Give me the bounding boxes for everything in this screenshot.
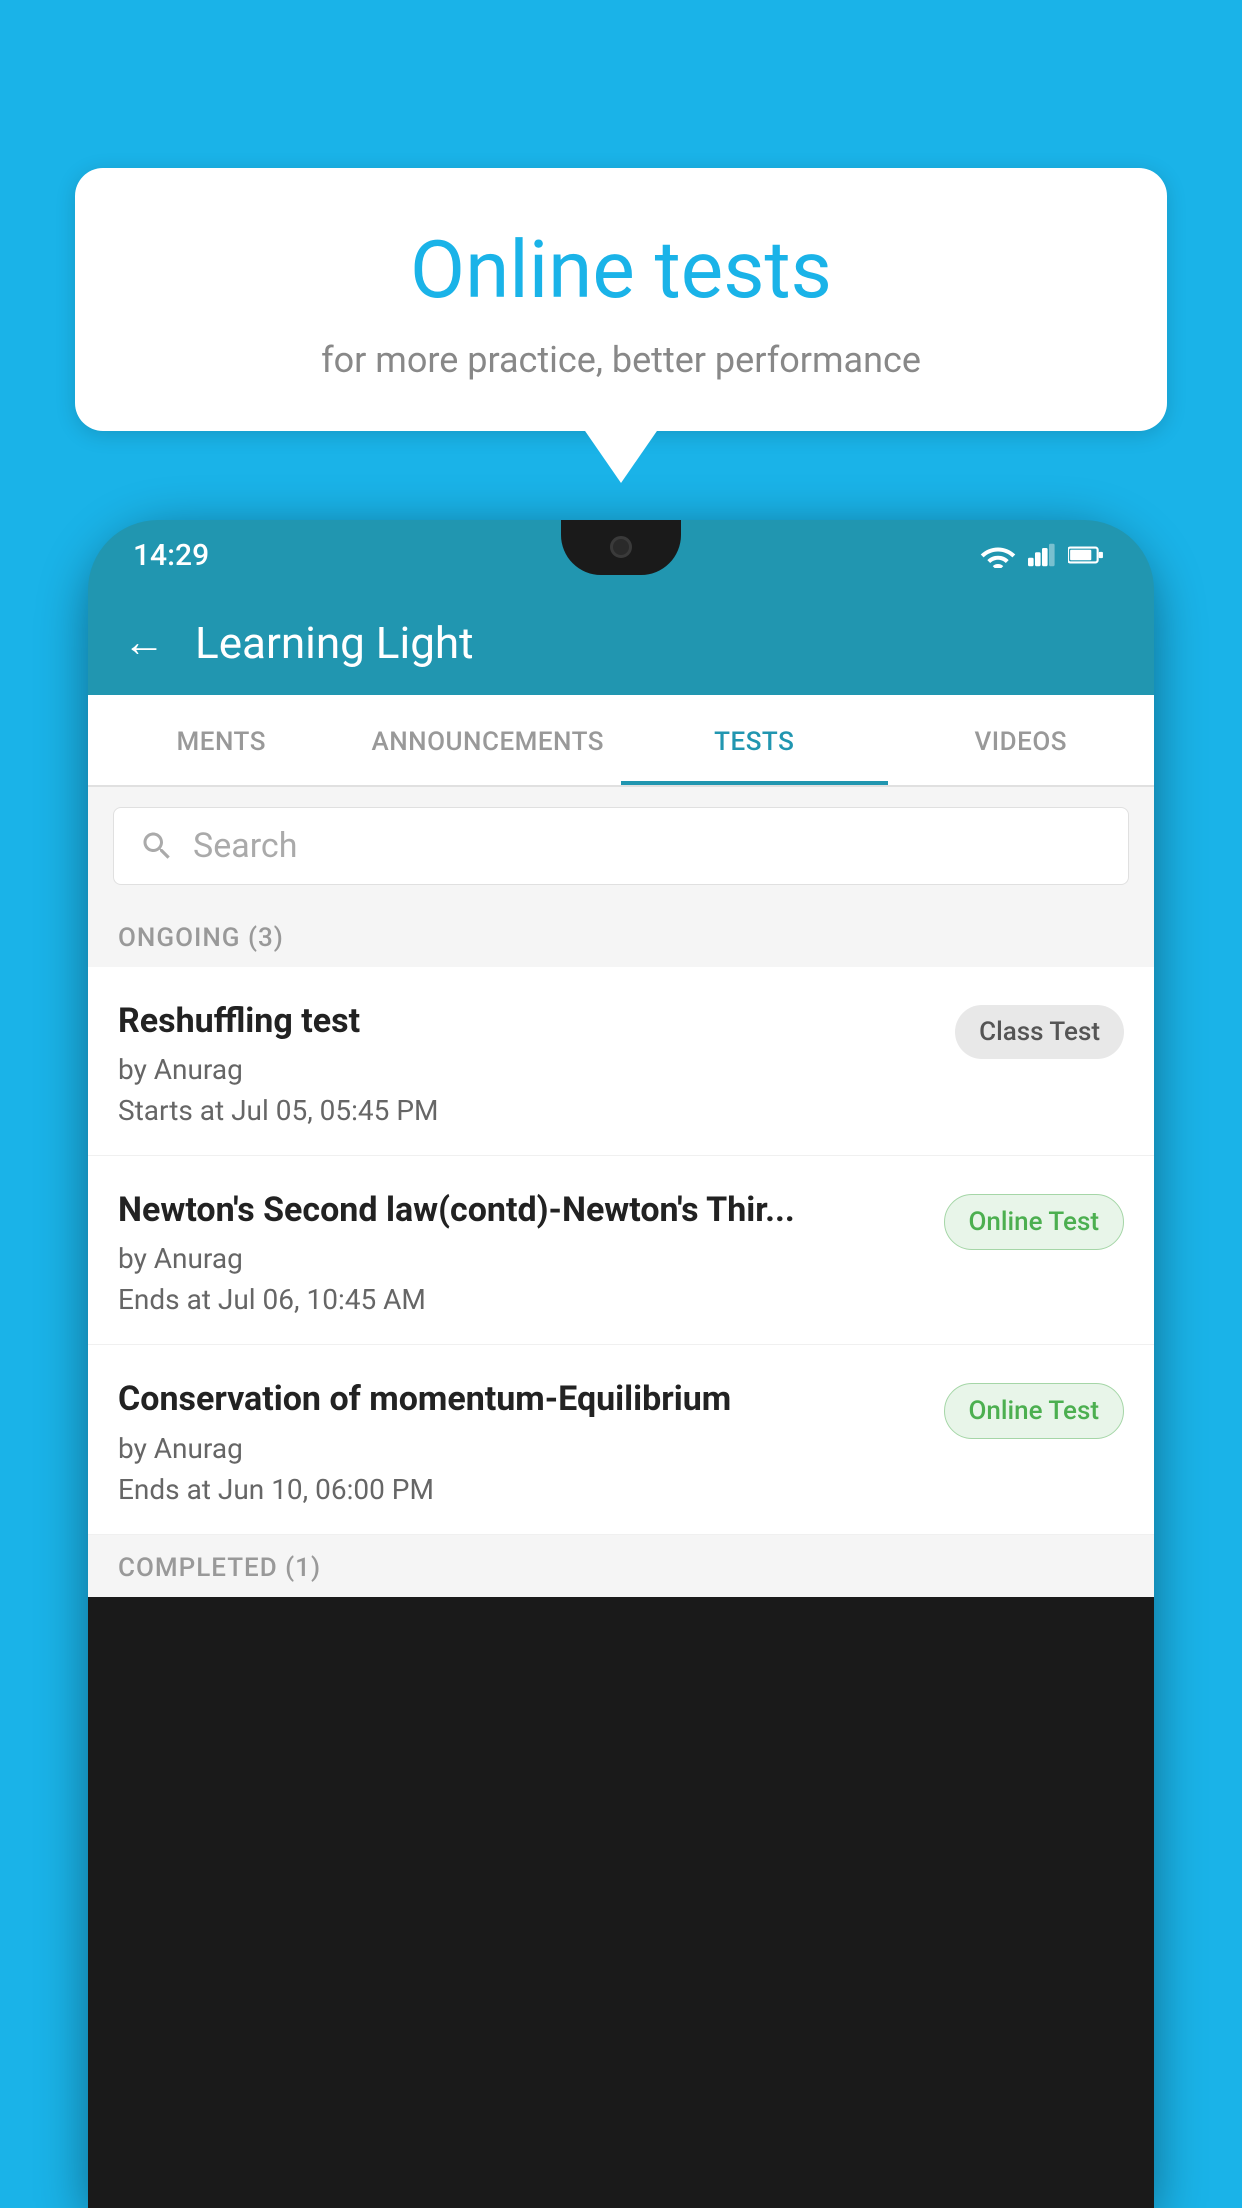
status-time: 14:29 <box>133 538 209 573</box>
phone-frame: 14:29 ← Learning Light <box>88 520 1154 2208</box>
test-info: Conservation of momentum-Equilibrium by … <box>118 1377 924 1505</box>
speech-bubble: Online tests for more practice, better p… <box>75 168 1167 431</box>
back-button[interactable]: ← <box>123 618 165 667</box>
camera-icon <box>610 536 632 558</box>
search-bar-container: Search <box>88 787 1154 905</box>
test-info: Reshuffling test by Anurag Starts at Jul… <box>118 999 935 1127</box>
test-badge: Online Test <box>944 1194 1125 1250</box>
search-input-wrapper[interactable]: Search <box>113 807 1129 885</box>
test-name: Newton's Second law(contd)-Newton's Thir… <box>118 1188 924 1232</box>
test-name: Conservation of momentum-Equilibrium <box>118 1377 924 1421</box>
speech-bubble-subtitle: for more practice, better performance <box>135 339 1107 381</box>
test-author: by Anurag <box>118 1053 935 1086</box>
tab-announcements[interactable]: ANNOUNCEMENTS <box>355 695 622 785</box>
test-author: by Anurag <box>118 1432 924 1465</box>
test-info: Newton's Second law(contd)-Newton's Thir… <box>118 1188 924 1316</box>
tab-videos[interactable]: VIDEOS <box>888 695 1155 785</box>
battery-icon <box>1068 544 1104 566</box>
tab-tests[interactable]: TESTS <box>621 695 888 785</box>
test-badge: Online Test <box>944 1383 1125 1439</box>
app-bar: ← Learning Light <box>88 590 1154 695</box>
search-placeholder: Search <box>193 826 297 866</box>
test-badge: Class Test <box>955 1005 1124 1059</box>
ongoing-section-header: ONGOING (3) <box>88 905 1154 967</box>
tab-ments[interactable]: MENTS <box>88 695 355 785</box>
tabs-container: MENTS ANNOUNCEMENTS TESTS VIDEOS <box>88 695 1154 787</box>
wifi-icon <box>980 542 1016 568</box>
test-date: Ends at Jul 06, 10:45 AM <box>118 1283 924 1316</box>
signal-icon <box>1028 542 1056 568</box>
test-item[interactable]: Newton's Second law(contd)-Newton's Thir… <box>88 1156 1154 1345</box>
test-date: Ends at Jun 10, 06:00 PM <box>118 1473 924 1506</box>
test-item[interactable]: Reshuffling test by Anurag Starts at Jul… <box>88 967 1154 1156</box>
speech-bubble-title: Online tests <box>135 223 1107 317</box>
test-author: by Anurag <box>118 1242 924 1275</box>
completed-section-header: COMPLETED (1) <box>88 1535 1154 1597</box>
status-icons <box>980 542 1104 568</box>
content-area: Search ONGOING (3) Reshuffling test by A… <box>88 787 1154 1597</box>
test-date: Starts at Jul 05, 05:45 PM <box>118 1094 935 1127</box>
tests-list: Reshuffling test by Anurag Starts at Jul… <box>88 967 1154 1535</box>
test-name: Reshuffling test <box>118 999 935 1043</box>
phone-notch <box>561 520 681 575</box>
app-bar-title: Learning Light <box>195 617 474 669</box>
search-icon <box>139 828 175 864</box>
test-item[interactable]: Conservation of momentum-Equilibrium by … <box>88 1345 1154 1534</box>
